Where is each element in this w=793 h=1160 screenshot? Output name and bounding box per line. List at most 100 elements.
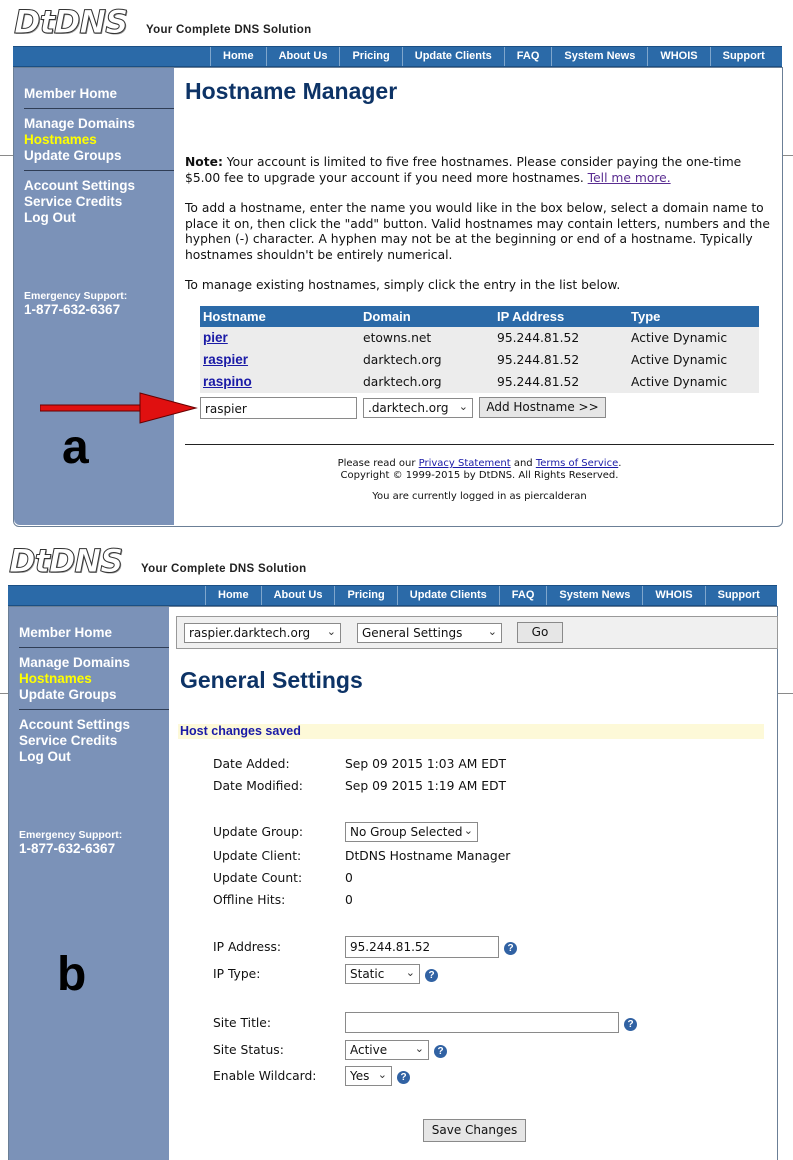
ip-address-input[interactable]: 95.244.81.52 [345, 936, 499, 958]
nav-home[interactable]: Home [205, 586, 261, 605]
terms-of-service-link[interactable]: Terms of Service [536, 458, 618, 469]
hostname-input[interactable]: raspier [200, 397, 357, 419]
nav-system-news[interactable]: System News [546, 586, 642, 605]
host-select[interactable]: raspier.darktech.org ⌄ [184, 623, 341, 643]
ip-type-select[interactable]: Static ⌄ [345, 964, 420, 984]
copyright: Copyright © 1999-2015 by DtDNS. All Righ… [340, 470, 619, 481]
sidebar-item-update-groups[interactable]: Update Groups [24, 148, 122, 163]
help-icon[interactable]: ? [434, 1045, 447, 1058]
nav-pricing[interactable]: Pricing [334, 586, 396, 605]
site-title-input[interactable] [345, 1012, 619, 1033]
nav-whois[interactable]: WHOIS [647, 47, 709, 66]
sidebar-item-hostnames[interactable]: Hostnames [24, 132, 97, 147]
col-hostname: Hostname [203, 309, 266, 324]
help-icon[interactable]: ? [425, 969, 438, 982]
status-message: Host changes saved [178, 724, 764, 739]
emergency-support-label: Emergency Support: [24, 290, 128, 302]
nav-system-news[interactable]: System News [551, 47, 647, 66]
help-icon[interactable]: ? [397, 1071, 410, 1084]
domain-cell: darktech.org [363, 353, 442, 367]
sidebar-item-account-settings[interactable]: Account Settings [24, 178, 135, 193]
site-status-value: Active [350, 1043, 388, 1057]
go-button[interactable]: Go [517, 622, 563, 643]
enable-wildcard-value: Yes [350, 1069, 370, 1083]
settings-section-select[interactable]: General Settings ⌄ [357, 623, 502, 643]
tell-me-more-link[interactable]: Tell me more. [588, 171, 671, 185]
panel-label-a: a [62, 421, 89, 474]
update-group-select[interactable]: No Group Selected ⌄ [345, 822, 478, 842]
ip-address-label: IP Address: [213, 940, 282, 954]
sidebar-item-manage-domains[interactable]: Manage Domains [24, 116, 135, 131]
sidebar-separator [19, 647, 169, 648]
tagline: Your Complete DNS Solution [141, 563, 307, 575]
nav-update-clients[interactable]: Update Clients [401, 47, 504, 66]
chevron-down-icon: ⌄ [487, 625, 497, 638]
panel-b: DtDNS Your Complete DNS Solution Home Ab… [0, 541, 793, 1160]
nav-update-clients[interactable]: Update Clients [396, 586, 499, 605]
add-instructions: To add a hostname, enter the name you wo… [185, 201, 770, 262]
divider-line [783, 155, 793, 156]
sidebar-item-hostnames[interactable]: Hostnames [19, 671, 92, 686]
nav-pricing[interactable]: Pricing [339, 47, 401, 66]
note-paragraph: Note: Your account is limited to five fr… [185, 155, 777, 186]
nav-items: Home About Us Pricing Update Clients FAQ… [205, 586, 772, 605]
nav-faq[interactable]: FAQ [498, 586, 547, 605]
chevron-down-icon: ⌄ [377, 1068, 387, 1081]
sidebar-item-log-out[interactable]: Log Out [19, 749, 71, 764]
host-select-value: raspier.darktech.org [189, 626, 311, 640]
offline-hits-label: Offline Hits: [213, 893, 286, 907]
chevron-down-icon: ⌄ [463, 824, 473, 837]
sidebar-item-update-groups[interactable]: Update Groups [19, 687, 117, 702]
privacy-statement-link[interactable]: Privacy Statement [419, 458, 511, 469]
hostname-table-header: Hostname Domain IP Address Type [200, 306, 759, 327]
nav-whois[interactable]: WHOIS [642, 586, 704, 605]
help-icon[interactable]: ? [504, 942, 517, 955]
chevron-down-icon: ⌄ [414, 1042, 424, 1055]
sidebar-item-manage-domains[interactable]: Manage Domains [19, 655, 130, 670]
top-nav: Home About Us Pricing Update Clients FAQ… [8, 585, 777, 606]
update-group-value: No Group Selected [350, 825, 463, 839]
dtdns-logo: DtDNS [13, 3, 128, 41]
sidebar-item-service-credits[interactable]: Service Credits [24, 194, 122, 209]
table-row[interactable]: pier etowns.net 95.244.81.52 Active Dyna… [200, 327, 759, 349]
update-count-label: Update Count: [213, 871, 303, 885]
sidebar-item-member-home[interactable]: Member Home [24, 86, 117, 101]
date-added-label: Date Added: [213, 757, 290, 771]
nav-faq[interactable]: FAQ [503, 47, 552, 66]
save-changes-button[interactable]: Save Changes [423, 1119, 526, 1142]
domain-select[interactable]: .darktech.org ⌄ [363, 398, 473, 418]
hostname-link[interactable]: raspier [203, 352, 248, 367]
type-cell: Active Dynamic [631, 331, 728, 345]
hostname-link[interactable]: raspino [203, 374, 252, 389]
sidebar-separator [24, 170, 174, 171]
table-row[interactable]: raspino darktech.org 95.244.81.52 Active… [200, 371, 759, 393]
nav-items: Home About Us Pricing Update Clients FAQ… [210, 47, 777, 66]
sidebar-separator [19, 709, 169, 710]
sidebar-item-member-home[interactable]: Member Home [19, 625, 112, 640]
help-icon[interactable]: ? [624, 1018, 637, 1031]
nav-support[interactable]: Support [709, 47, 777, 66]
type-cell: Active Dynamic [631, 353, 728, 367]
site-status-select[interactable]: Active ⌄ [345, 1040, 429, 1060]
table-row[interactable]: raspier darktech.org 95.244.81.52 Active… [200, 349, 759, 371]
nav-home[interactable]: Home [210, 47, 266, 66]
update-client-label: Update Client: [213, 849, 302, 863]
sidebar-item-service-credits[interactable]: Service Credits [19, 733, 117, 748]
update-count-value: 0 [345, 871, 353, 885]
top-nav: Home About Us Pricing Update Clients FAQ… [13, 46, 782, 67]
sidebar-item-log-out[interactable]: Log Out [24, 210, 76, 225]
type-cell: Active Dynamic [631, 375, 728, 389]
domain-cell: darktech.org [363, 375, 442, 389]
sidebar-item-account-settings[interactable]: Account Settings [19, 717, 130, 732]
nav-about-us[interactable]: About Us [265, 47, 340, 66]
red-arrow-icon [40, 392, 198, 424]
enable-wildcard-select[interactable]: Yes ⌄ [345, 1066, 392, 1086]
date-modified-label: Date Modified: [213, 779, 303, 793]
ip-cell: 95.244.81.52 [497, 353, 580, 367]
hostname-link[interactable]: pier [203, 330, 228, 345]
nav-support[interactable]: Support [704, 586, 772, 605]
footer-policies: Please read our Privacy Statement and Te… [185, 458, 774, 469]
nav-about-us[interactable]: About Us [260, 586, 335, 605]
add-hostname-button[interactable]: Add Hostname >> [479, 397, 606, 418]
settings-section-value: General Settings [362, 626, 463, 640]
